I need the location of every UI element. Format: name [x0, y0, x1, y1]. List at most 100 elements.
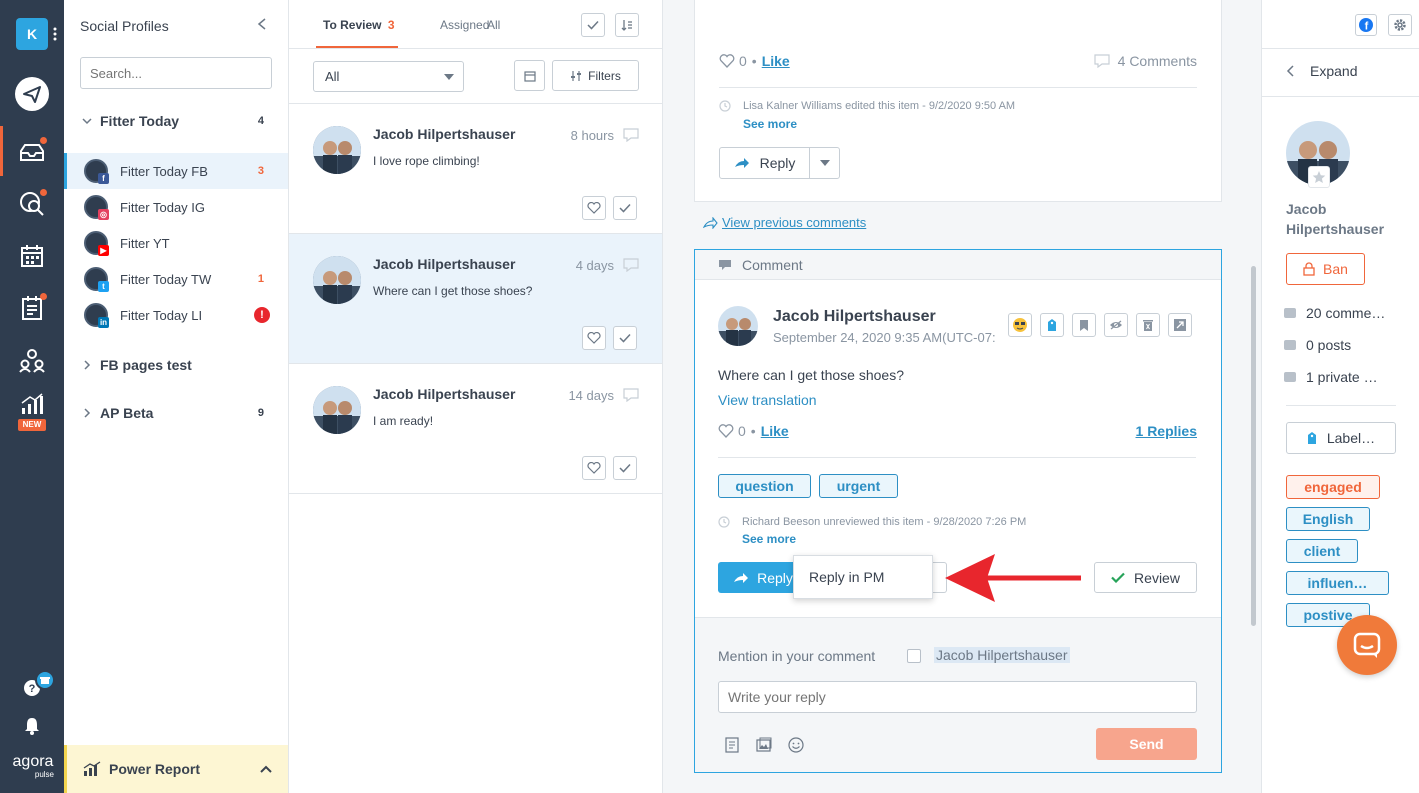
label-engaged[interactable]: engaged	[1286, 475, 1380, 499]
assign-icon[interactable]	[1168, 313, 1192, 337]
like-button[interactable]	[582, 456, 606, 480]
like-button[interactable]	[582, 326, 606, 350]
reply-composer: Mention in your comment Jacob Hilpertsha…	[695, 617, 1221, 772]
saved-replies-icon[interactable]	[725, 737, 739, 753]
delete-icon[interactable]	[1136, 313, 1160, 337]
review-button[interactable]	[613, 326, 637, 350]
like-link[interactable]: Like	[761, 423, 789, 439]
profile-item-fitter-today-fb[interactable]: f Fitter Today FB 3	[64, 153, 288, 189]
svg-text:f: f	[1365, 21, 1369, 33]
tab-to-review[interactable]: To Review 3	[323, 18, 395, 32]
group-fb-pages-test[interactable]: FB pages test	[64, 353, 288, 377]
conversation-panel: 0 • Like 4 Comments Lisa Kalner Williams…	[663, 0, 1261, 793]
facebook-icon[interactable]: f	[1355, 14, 1377, 36]
comments-count[interactable]: 4 Comments	[1094, 53, 1197, 69]
team-icon[interactable]	[14, 342, 50, 378]
reports-icon[interactable]	[14, 290, 50, 326]
reply-split-button: Reply	[719, 147, 840, 179]
reply-input[interactable]	[718, 681, 1197, 713]
label-tag-icon[interactable]	[1040, 313, 1064, 337]
stat-label: 0 posts	[1306, 337, 1352, 353]
filters-label: Filters	[588, 68, 621, 83]
view-previous-comments[interactable]: View previous comments	[703, 215, 866, 230]
see-more-link[interactable]: See more	[743, 117, 797, 131]
conversation-scrollbar[interactable]	[1251, 266, 1256, 626]
calendar-filter-button[interactable]	[514, 60, 545, 91]
svg-text:?: ?	[29, 683, 36, 695]
message-item[interactable]: Jacob Hilpertshauser I love rope climbin…	[289, 104, 662, 234]
image-upload-icon[interactable]	[756, 737, 772, 753]
group-label: Fitter Today	[100, 113, 180, 129]
mention-checkbox[interactable]	[907, 649, 921, 663]
view-translation-link[interactable]: View translation	[718, 392, 817, 408]
reply-in-pm-option[interactable]: Reply in PM	[809, 569, 884, 585]
power-report-bar[interactable]: Power Report	[64, 745, 288, 793]
bookmark-icon[interactable]	[1072, 313, 1096, 337]
like-link[interactable]: Like	[762, 53, 790, 69]
chevron-right-icon	[84, 408, 91, 418]
like-row: 0 • Like	[718, 423, 789, 439]
account-menu-icon[interactable]	[53, 26, 57, 42]
like-button[interactable]	[582, 196, 606, 220]
review-button[interactable]	[613, 196, 637, 220]
status-filter-select[interactable]: All	[313, 61, 464, 92]
listening-icon[interactable]	[14, 186, 50, 222]
profile-item-fitter-today-tw[interactable]: t Fitter Today TW 1	[64, 261, 288, 297]
inbox-icon[interactable]	[14, 134, 50, 170]
profile-item-fitter-today-li[interactable]: in Fitter Today LI !	[64, 297, 288, 333]
profile-item-fitter-yt[interactable]: ▶ Fitter YT	[64, 225, 288, 261]
ban-button[interactable]: Ban	[1286, 253, 1365, 285]
sort-button[interactable]	[615, 13, 639, 37]
gift-icon[interactable]	[35, 670, 55, 690]
sentiment-icon[interactable]	[1008, 313, 1032, 337]
tag-question[interactable]: question	[718, 474, 811, 498]
message-item[interactable]: Jacob Hilpertshauser Where can I get tho…	[289, 234, 662, 364]
label-client[interactable]: client	[1286, 539, 1358, 563]
filters-button[interactable]: Filters	[552, 60, 639, 91]
reply-dropdown-toggle[interactable]	[810, 148, 839, 178]
comment-card: Comment Jacob Hilpertshauser September 2…	[694, 249, 1222, 773]
calendar-icon[interactable]	[14, 238, 50, 274]
review-button[interactable]	[613, 456, 637, 480]
new-badge: NEW	[18, 419, 46, 431]
profile-item-fitter-today-ig[interactable]: ◎ Fitter Today IG	[64, 189, 288, 225]
agorapulse-logo: agora pulse	[8, 754, 58, 780]
message-item[interactable]: Jacob Hilpertshauser I am ready! 14 days	[289, 364, 662, 494]
label-influencer[interactable]: influen…	[1286, 571, 1389, 595]
mark-all-reviewed-button[interactable]	[581, 13, 605, 37]
account-avatar[interactable]: K	[16, 18, 48, 50]
tab-all[interactable]: All	[487, 18, 500, 32]
header-divider	[289, 48, 662, 49]
annotation-arrow	[945, 554, 1081, 602]
see-more-link[interactable]: See more	[742, 532, 796, 546]
collapse-panel-icon[interactable]	[256, 17, 268, 31]
tab-assigned[interactable]: Assigned	[440, 18, 489, 32]
bell-icon[interactable]	[14, 708, 50, 744]
reply-button[interactable]: Reply	[720, 148, 810, 178]
label-english[interactable]: English	[1286, 507, 1370, 531]
publish-icon[interactable]	[14, 76, 50, 112]
chat-support-button[interactable]	[1337, 615, 1397, 675]
review-button[interactable]: Review	[1094, 562, 1197, 593]
group-ap-beta[interactable]: AP Beta 9	[64, 401, 288, 425]
expand-button[interactable]: Expand	[1286, 63, 1357, 79]
emoji-icon[interactable]	[788, 737, 804, 753]
send-button[interactable]: Send	[1096, 728, 1197, 760]
avatar	[313, 126, 361, 174]
profile-label: Fitter Today IG	[120, 199, 206, 215]
replies-link[interactable]: 1 Replies	[1136, 423, 1197, 439]
comment-author[interactable]: Jacob Hilpertshauser	[773, 308, 936, 326]
facebook-icon: f	[98, 173, 109, 184]
message-author: Jacob Hilpertshauser	[373, 386, 516, 402]
heart-icon[interactable]	[719, 54, 735, 68]
label-button[interactable]: Label…	[1286, 422, 1396, 454]
tag-urgent[interactable]: urgent	[819, 474, 898, 498]
heart-icon[interactable]	[718, 424, 734, 438]
profile-label: Fitter Today TW	[120, 271, 212, 287]
analytics-icon[interactable]	[14, 386, 50, 422]
star-icon[interactable]	[1308, 166, 1330, 188]
gear-icon[interactable]	[1388, 14, 1412, 36]
group-fitter-today[interactable]: Fitter Today 4	[64, 109, 288, 133]
profile-search-input[interactable]	[80, 57, 272, 89]
hide-eye-icon[interactable]	[1104, 313, 1128, 337]
